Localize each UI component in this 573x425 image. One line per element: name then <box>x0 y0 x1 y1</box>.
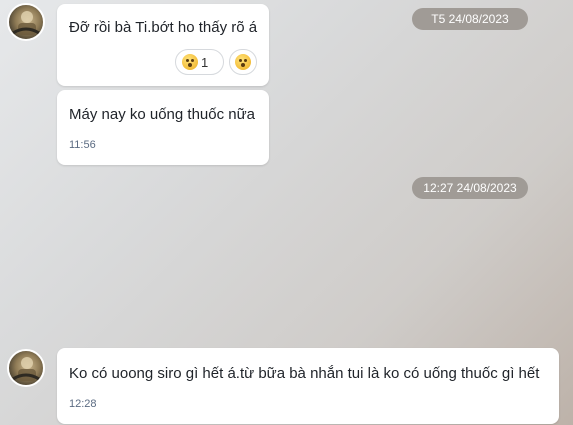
reaction-count: 1 <box>201 54 209 70</box>
message-bubble[interactable]: Đỡ rồi bà Ti.bớt ho thấy rõ á 1 <box>57 4 269 86</box>
message-text: Ko có uoong siro gì hết á.từ bữa bà nhắn… <box>69 365 540 382</box>
date-separator: 12:27 24/08/2023 <box>412 177 528 199</box>
date-separator: T5 24/08/2023 <box>412 8 528 30</box>
astonished-face-icon <box>182 54 198 70</box>
message-time: 12:28 <box>69 398 97 410</box>
reaction-pill[interactable]: 1 <box>175 49 224 75</box>
message-bubble[interactable]: Ko có uoong siro gì hết á.từ bữa bà nhắn… <box>57 348 559 424</box>
message-time: 11:56 <box>69 139 96 151</box>
avatar[interactable] <box>7 349 45 387</box>
add-reaction-button[interactable] <box>229 49 257 75</box>
message-text: Máy nay ko uống thuốc nữa <box>69 106 255 123</box>
astonished-face-icon <box>235 54 251 70</box>
message-text: Đỡ rồi bà Ti.bớt ho thấy rõ á <box>69 19 258 36</box>
message-bubble[interactable]: Máy nay ko uống thuốc nữa 11:56 <box>57 90 269 165</box>
avatar-photo <box>12 11 40 35</box>
avatar[interactable] <box>7 3 45 41</box>
avatar-photo <box>12 357 40 381</box>
